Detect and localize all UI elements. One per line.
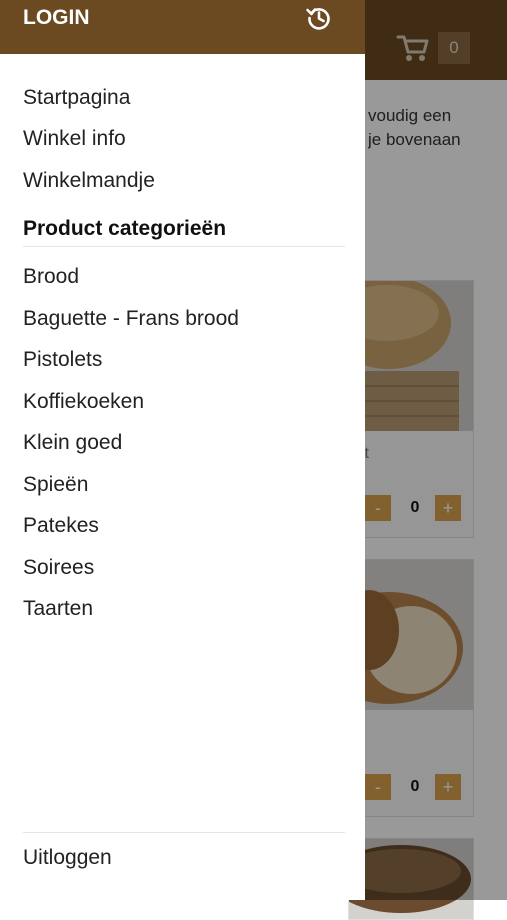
- category-item-klein-goed[interactable]: Klein goed: [23, 430, 122, 456]
- divider: [23, 832, 345, 833]
- category-item-spieen[interactable]: Spieën: [23, 472, 88, 498]
- nav-item-startpagina[interactable]: Startpagina: [23, 85, 130, 111]
- nav-item-winkel-info[interactable]: Winkel info: [23, 126, 126, 152]
- nav-item-winkelmandje[interactable]: Winkelmandje: [23, 168, 155, 194]
- navigation-drawer: LOGIN Startpagina Winkel info Winkelmand…: [0, 0, 365, 900]
- login-link[interactable]: LOGIN: [23, 6, 90, 30]
- drawer-header: LOGIN: [0, 0, 365, 54]
- category-item-soirees[interactable]: Soirees: [23, 555, 94, 581]
- category-item-baguette[interactable]: Baguette - Frans brood: [23, 306, 239, 332]
- category-item-taarten[interactable]: Taarten: [23, 596, 93, 622]
- category-item-patekes[interactable]: Patekes: [23, 513, 99, 539]
- logout-link[interactable]: Uitloggen: [23, 845, 112, 871]
- divider: [23, 246, 345, 247]
- categories-heading: Product categorieën: [23, 217, 227, 240]
- category-item-pistolets[interactable]: Pistolets: [23, 347, 102, 373]
- category-item-brood[interactable]: Brood: [23, 264, 79, 290]
- history-icon[interactable]: [305, 4, 333, 32]
- category-item-koffiekoeken[interactable]: Koffiekoeken: [23, 389, 144, 415]
